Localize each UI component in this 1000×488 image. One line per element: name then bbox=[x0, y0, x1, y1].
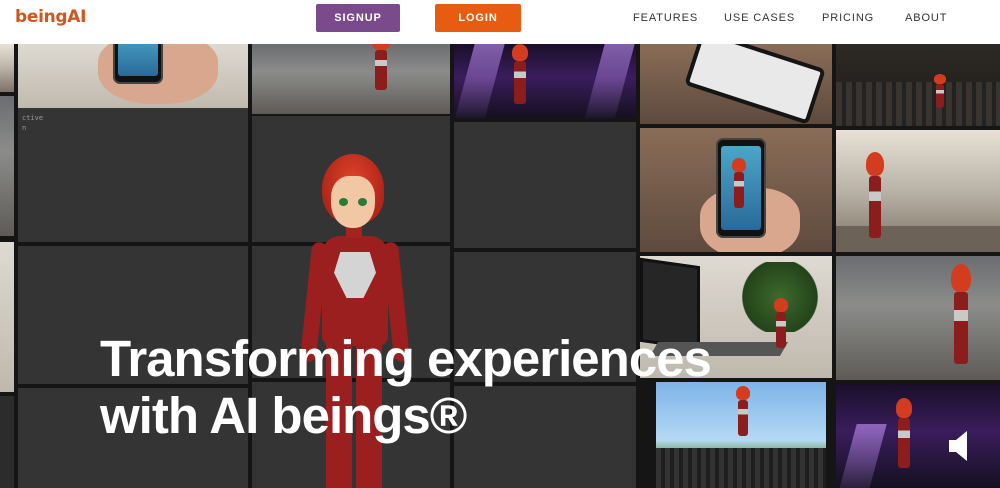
video-tile-blank: ctive n bbox=[18, 108, 248, 242]
side-text: n bbox=[22, 124, 27, 132]
video-tile-phone-in-hand bbox=[640, 128, 832, 252]
login-button[interactable]: LOGIN bbox=[435, 4, 521, 32]
signup-button[interactable]: SIGNUP bbox=[316, 4, 400, 32]
video-tile bbox=[0, 96, 14, 236]
nav-link-pricing[interactable]: PRICING bbox=[822, 12, 874, 24]
nav-link-about[interactable]: ABOUT bbox=[905, 12, 947, 24]
top-navigation: beingAI SIGNUP LOGIN FEATURES USE CASES … bbox=[0, 0, 1000, 44]
video-tile-blank bbox=[454, 122, 636, 248]
video-tile-stage bbox=[454, 44, 636, 118]
video-tile-street bbox=[836, 256, 1000, 380]
headline-line-2: with AI beings® bbox=[100, 387, 467, 444]
side-text: ctive bbox=[22, 114, 44, 122]
video-tile bbox=[0, 396, 14, 488]
hero-headline: Transforming experiences with AI beings® bbox=[100, 330, 740, 444]
hero-video-wall: ctive n Transforming experiences with AI… bbox=[0, 44, 1000, 488]
nav-link-use-cases[interactable]: USE CASES bbox=[724, 12, 795, 24]
video-tile bbox=[0, 44, 14, 92]
nav-link-features[interactable]: FEATURES bbox=[633, 12, 698, 24]
video-tile-walkway bbox=[252, 44, 450, 114]
video-tile-stage-2 bbox=[836, 384, 1000, 488]
headline-line-1: Transforming experiences bbox=[100, 330, 712, 387]
speaker-icon[interactable] bbox=[947, 429, 971, 463]
logo[interactable]: beingAI bbox=[15, 7, 86, 27]
video-tile-tablet bbox=[640, 44, 832, 124]
video-tile-theater bbox=[836, 44, 1000, 126]
video-tile bbox=[0, 242, 14, 392]
video-tile-mall bbox=[836, 130, 1000, 252]
video-tile-hand-phone bbox=[18, 44, 248, 110]
